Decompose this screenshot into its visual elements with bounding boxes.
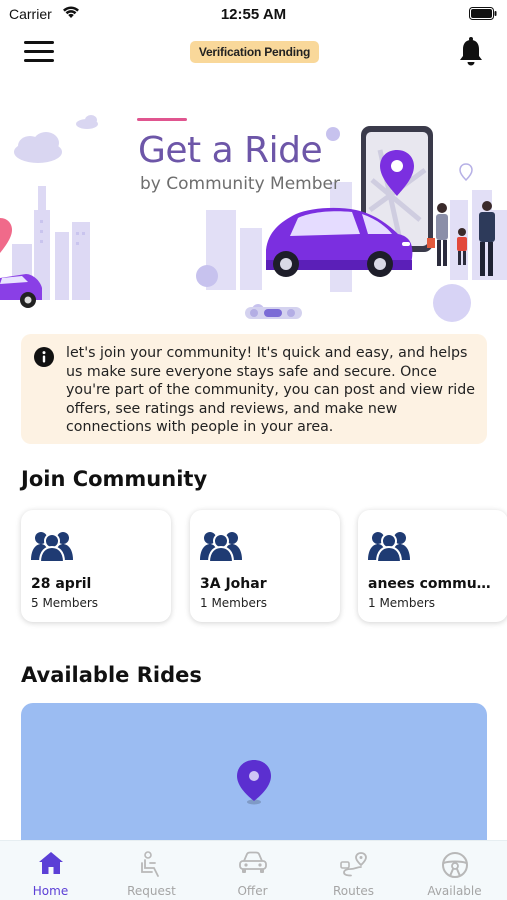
community-members: 1 Members	[200, 596, 268, 610]
home-icon	[38, 852, 63, 874]
carousel-indicator[interactable]	[245, 307, 302, 319]
nav-label: Offer	[237, 884, 268, 898]
nav-routes[interactable]: Routes	[303, 841, 404, 900]
status-time: 12:55 AM	[220, 6, 287, 23]
verification-status-badge: Verification Pending	[190, 41, 319, 63]
available-rides-title: Available Rides	[21, 663, 202, 687]
car-icon	[238, 851, 267, 873]
nav-available[interactable]: Available	[404, 841, 505, 900]
community-name: 28 april	[31, 576, 92, 592]
seat-icon	[140, 851, 159, 877]
carousel-dot[interactable]	[287, 309, 295, 317]
group-icon	[31, 532, 73, 562]
community-name: anees community	[368, 576, 498, 592]
banner-accent-line	[137, 118, 187, 121]
bell-icon[interactable]	[458, 37, 484, 67]
community-card[interactable]: 28 april 5 Members	[21, 510, 171, 622]
join-community-title: Join Community	[21, 467, 208, 491]
community-members: 5 Members	[31, 596, 99, 610]
community-name: 3A Johar	[200, 576, 267, 592]
nav-label: Home	[32, 884, 69, 898]
promo-banner[interactable]: Get a Ride by Community Member	[0, 110, 507, 325]
group-icon	[368, 532, 410, 562]
info-icon	[34, 347, 54, 367]
community-card[interactable]: 3A Johar 1 Members	[190, 510, 340, 622]
battery-icon	[469, 7, 497, 20]
nav-label: Request	[127, 884, 176, 898]
carousel-dot[interactable]	[250, 309, 258, 317]
nav-offer[interactable]: Offer	[202, 841, 303, 900]
status-bar: Carrier 12:55 AM	[0, 0, 507, 28]
community-members: 1 Members	[368, 596, 436, 610]
info-text: let's join your community! It's quick an…	[66, 345, 475, 436]
nav-label: Routes	[332, 884, 375, 898]
route-icon	[339, 852, 367, 877]
rides-map[interactable]	[21, 703, 487, 853]
banner-title: Get a Ride	[138, 130, 323, 171]
nav-home[interactable]: Home	[0, 841, 101, 900]
community-info-box: let's join your community! It's quick an…	[21, 334, 487, 444]
community-card[interactable]: anees community 1 Members	[358, 510, 507, 622]
steering-wheel-icon	[441, 852, 468, 878]
menu-icon[interactable]	[24, 41, 54, 63]
location-pin-icon[interactable]	[235, 759, 273, 805]
bottom-navigation: Home Request Offer Routes Available	[0, 840, 507, 900]
nav-label: Available	[427, 884, 482, 898]
group-icon	[200, 532, 242, 562]
nav-request[interactable]: Request	[101, 841, 202, 900]
carousel-dot-active[interactable]	[264, 309, 282, 317]
banner-subtitle: by Community Member	[140, 174, 340, 194]
